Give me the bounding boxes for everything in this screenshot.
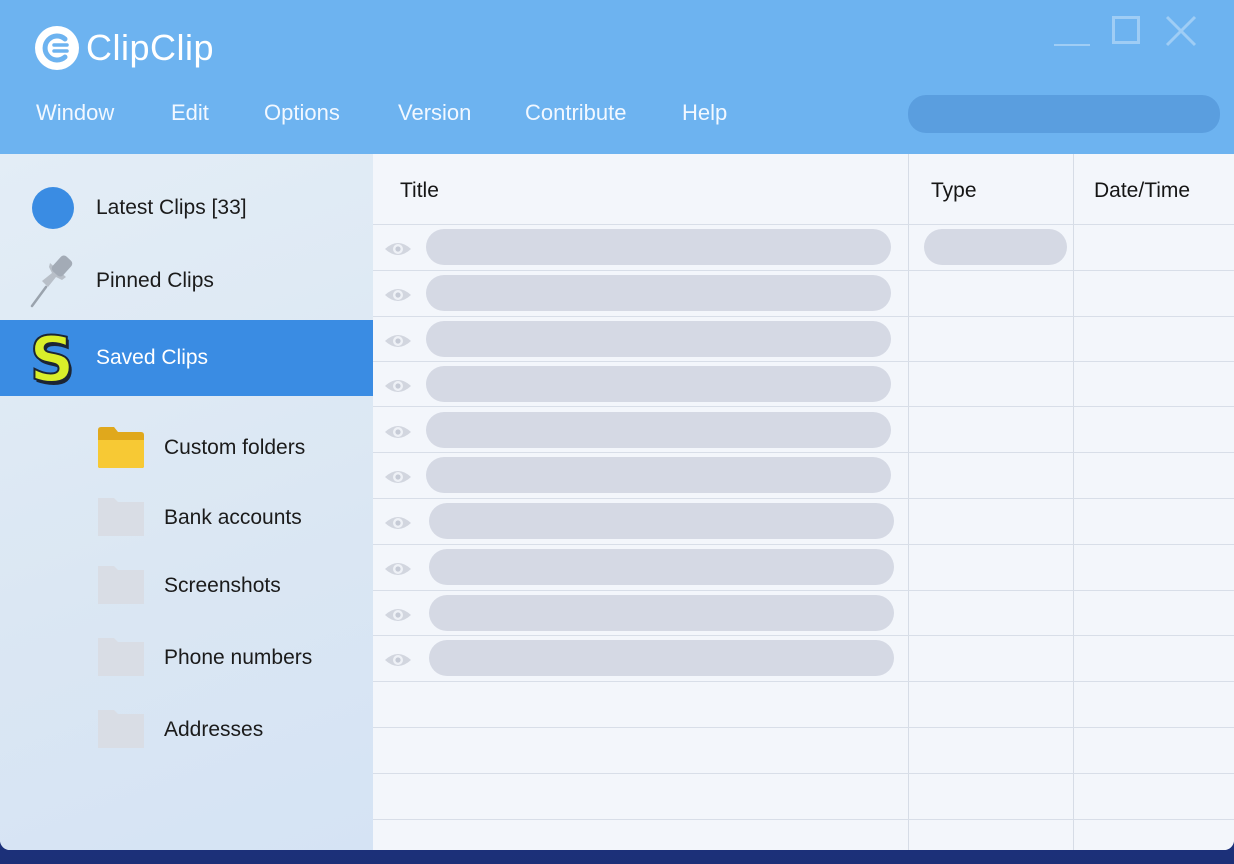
sidebar-item-latest-clips[interactable]: Latest Clips [33] (0, 172, 373, 244)
folder-open-icon (98, 427, 144, 468)
row-title-cell (429, 595, 894, 631)
sidebar-item-label: Pinned Clips (96, 269, 214, 292)
eye-icon[interactable] (383, 650, 413, 670)
menu-edit[interactable]: Edit (171, 96, 209, 130)
minimize-icon (1054, 44, 1090, 46)
app-window: ClipClip Window Edit Options Version Con… (0, 0, 1234, 850)
column-header-datetime[interactable]: Date/Time (1094, 154, 1190, 224)
row-divider (373, 819, 1234, 820)
search-input[interactable] (908, 95, 1220, 133)
row-title-cell (426, 275, 891, 311)
eye-icon[interactable] (383, 422, 413, 442)
maximize-button[interactable] (1104, 14, 1158, 50)
folder-label: Addresses (164, 718, 264, 741)
table-row[interactable] (373, 412, 1234, 458)
row-divider (373, 727, 1234, 728)
table-row[interactable] (373, 503, 1234, 549)
table-row[interactable] (373, 549, 1234, 595)
app-title: ClipClip (86, 27, 215, 68)
menu-contribute[interactable]: Contribute (525, 96, 627, 130)
folder-icon (98, 566, 144, 604)
row-title-cell (426, 366, 891, 402)
folder-label: Bank accounts (164, 506, 302, 529)
row-title-cell (429, 640, 894, 676)
eye-icon[interactable] (383, 376, 413, 396)
menu-options[interactable]: Options (264, 96, 340, 130)
row-divider (373, 773, 1234, 774)
row-type-cell (924, 229, 1067, 265)
table-row[interactable] (373, 321, 1234, 367)
clipclip-logo-icon (35, 26, 79, 70)
eye-icon[interactable] (383, 467, 413, 487)
row-title-cell (429, 549, 894, 585)
folder-icon (98, 498, 144, 536)
menu-version[interactable]: Version (398, 96, 471, 130)
pin-icon (30, 255, 73, 308)
clips-table: Title Type Date/Time (373, 154, 1234, 850)
column-header-type[interactable]: Type (931, 154, 977, 224)
close-icon (1165, 15, 1197, 47)
folder-label: Custom folders (164, 436, 306, 459)
row-title-cell (426, 321, 891, 357)
eye-icon[interactable] (383, 239, 413, 259)
folder-phone-numbers[interactable]: Phone numbers (96, 634, 366, 686)
folder-label: Screenshots (164, 574, 281, 597)
row-title-cell (426, 229, 891, 265)
circle-icon (32, 187, 74, 229)
row-title-cell (426, 457, 891, 493)
sidebar-item-label: Saved Clips (96, 346, 209, 369)
menu-window[interactable]: Window (36, 96, 114, 130)
table-row[interactable] (373, 366, 1234, 412)
eye-icon[interactable] (383, 605, 413, 625)
table-row[interactable] (373, 229, 1234, 275)
header-divider (373, 224, 1234, 225)
eye-icon[interactable] (383, 559, 413, 579)
row-title-cell (429, 503, 894, 539)
window-controls (1050, 14, 1212, 50)
folder-label: Phone numbers (164, 646, 313, 669)
eye-icon[interactable] (383, 285, 413, 305)
svg-text:S: S (30, 326, 75, 390)
folder-screenshots[interactable]: Screenshots (96, 562, 366, 614)
table-row[interactable] (373, 275, 1234, 321)
table-row[interactable] (373, 457, 1234, 503)
header-bar: ClipClip Window Edit Options Version Con… (0, 0, 1234, 154)
folder-bank-accounts[interactable]: Bank accounts (96, 494, 366, 546)
sidebar: Latest Clips [33] Pinned Clips S S Saved… (0, 154, 373, 850)
saved-s-icon: S S (29, 326, 77, 390)
table-row[interactable] (373, 595, 1234, 641)
eye-icon[interactable] (383, 331, 413, 351)
folder-icon (98, 710, 144, 748)
eye-icon[interactable] (383, 513, 413, 533)
folder-icon (98, 638, 144, 676)
table-row[interactable] (373, 640, 1234, 686)
menu-bar: Window Edit Options Version Contribute H… (0, 96, 900, 130)
menu-help[interactable]: Help (682, 96, 727, 130)
folder-custom-folders[interactable]: Custom folders (96, 424, 366, 476)
column-header-title[interactable]: Title (400, 154, 439, 224)
app-logo: ClipClip (34, 24, 214, 72)
sidebar-item-saved-clips[interactable]: S S Saved Clips (0, 320, 373, 396)
minimize-button[interactable] (1050, 14, 1104, 50)
maximize-icon (1112, 16, 1140, 44)
close-button[interactable] (1158, 14, 1212, 50)
sidebar-item-pinned-clips[interactable]: Pinned Clips (0, 245, 373, 317)
row-title-cell (426, 412, 891, 448)
sidebar-item-label: Latest Clips [33] (96, 196, 247, 219)
folder-addresses[interactable]: Addresses (96, 706, 366, 758)
